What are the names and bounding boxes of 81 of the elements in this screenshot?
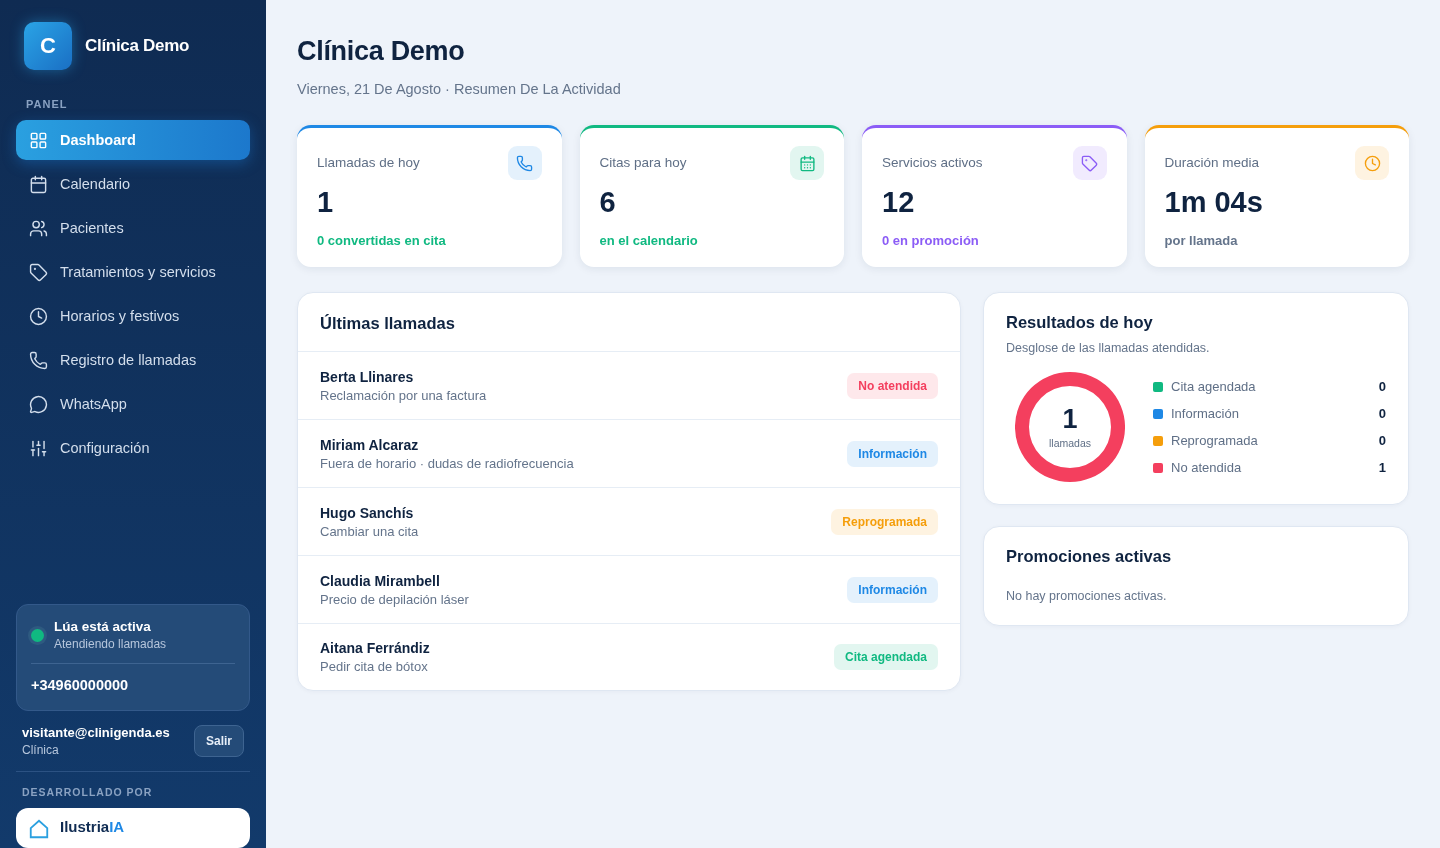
- call-row[interactable]: Claudia Mirambell Precio de depilación láser Información: [298, 556, 960, 624]
- stat-note: en el calendario: [599, 233, 699, 248]
- stat-value: 1m 04s: [1164, 186, 1264, 219]
- stat-note: 0 en promoción: [882, 233, 980, 248]
- call-reason: Cambiar una cita: [320, 523, 419, 539]
- call-reason: Pedir cita de bótox: [320, 659, 429, 674]
- legend-label: Cita agendada: [1171, 379, 1257, 394]
- stat-value: 1: [317, 186, 335, 219]
- credit-label: DESARROLLADO POR: [22, 786, 154, 798]
- stat-label: Llamadas de hoy: [317, 155, 420, 170]
- legend-label: Información: [1171, 406, 1240, 421]
- card-subtitle: Desglose de las llamadas atendidas.: [1006, 341, 1211, 355]
- clock-icon: [1355, 146, 1389, 180]
- legend-count: 0: [1378, 433, 1386, 448]
- total-count: 1: [1062, 405, 1078, 433]
- logout-button[interactable]: Salir: [194, 725, 244, 757]
- status-badge: Cita agendada: [833, 644, 938, 670]
- stat-note: por llamada: [1164, 233, 1239, 248]
- house-icon: [28, 818, 50, 840]
- page-subtitle: Viernes, 21 De Agosto · Resumen De La Actividad: [297, 81, 622, 97]
- credit-card[interactable]: IlustriaIA: [16, 808, 250, 848]
- sliders-icon: [29, 438, 48, 458]
- tag-icon: [29, 262, 48, 282]
- caller-name: Claudia Mirambell: [320, 572, 441, 589]
- developer-name: IlustriaIA: [60, 818, 125, 835]
- status-badge: No atendida: [847, 372, 938, 399]
- phone-number: +34960000000: [31, 677, 129, 693]
- legend-count: 0: [1378, 406, 1386, 421]
- call-reason: Precio de depilación láser: [320, 591, 469, 607]
- card-title: Promociones activas: [1006, 547, 1173, 566]
- legend-count: 1: [1378, 460, 1386, 475]
- call-row[interactable]: Berta Llinares Reclamación por una factura No atendida: [298, 352, 960, 420]
- card-title: Últimas llamadas: [298, 293, 960, 352]
- caller-name: Berta Llinares: [320, 368, 415, 385]
- stat-note: 0 convertidas en cita: [317, 233, 447, 248]
- nav-item[interactable]: Pacientes: [16, 208, 250, 248]
- phone-icon: [507, 146, 542, 180]
- section-label: PANEL: [26, 98, 69, 110]
- stat-value: 12: [882, 186, 916, 219]
- call-reason: Fuera de horario · dudas de radiofrecuencia: [320, 455, 574, 471]
- stat-label: Citas para hoy: [599, 155, 687, 170]
- nav-item[interactable]: Horarios y festivos: [16, 296, 250, 336]
- caller-name: Hugo Sanchís: [320, 504, 415, 521]
- call-row[interactable]: Hugo Sanchís Cambiar una cita Reprogramada: [298, 488, 960, 556]
- nav-item[interactable]: Tratamientos y servicios: [16, 252, 250, 292]
- call-reason: Reclamación por una factura: [320, 387, 487, 403]
- stat-label: Duración media: [1164, 155, 1260, 170]
- page-title: Clínica Demo: [297, 36, 466, 67]
- nav-item[interactable]: Calendario: [16, 164, 250, 204]
- stat-label: Servicios activos: [882, 155, 983, 170]
- nav-item[interactable]: Registro de llamadas: [16, 340, 250, 380]
- phone-icon: [29, 350, 48, 370]
- users-icon: [29, 218, 48, 238]
- legend-label: Reprogramada: [1171, 433, 1259, 448]
- call-row[interactable]: Aitana Ferrándiz Pedir cita de bótox Cita agendada: [298, 624, 960, 690]
- legend-label: No atendida: [1171, 460, 1243, 475]
- assistant-activity: Atendiendo llamadas: [54, 637, 167, 651]
- clock-icon: [29, 306, 48, 326]
- empty-message: No hay promociones activas.: [1006, 589, 1168, 603]
- user-role: Clínica: [22, 743, 60, 757]
- nav-item[interactable]: Configuración: [16, 428, 250, 468]
- brand-name: Clínica Demo: [85, 36, 190, 56]
- status-badge: Reprogramada: [831, 508, 938, 535]
- caller-name: Aitana Ferrándiz: [320, 640, 430, 656]
- calendar-icon: [790, 146, 824, 180]
- card-title: Resultados de hoy: [1006, 313, 1154, 332]
- legend-count: 0: [1378, 379, 1386, 394]
- caller-name: Miriam Alcaraz: [320, 436, 420, 453]
- dashboard-icon: [29, 130, 48, 150]
- stat-value: 6: [599, 186, 617, 219]
- clinic-logo: C: [24, 22, 72, 70]
- total-label: llamadas: [1049, 436, 1091, 449]
- chat-bubble-icon: [29, 394, 48, 414]
- user-email: visitante@clinigenda.es: [22, 725, 170, 740]
- nav-item[interactable]: WhatsApp: [16, 384, 250, 424]
- status-badge: Información: [847, 440, 938, 467]
- assistant-status: Lúa está activa: [54, 619, 152, 634]
- status-badge: Información: [847, 576, 938, 603]
- tag-icon: [1072, 146, 1107, 180]
- call-row[interactable]: Miriam Alcaraz Fuera de horario · dudas de radiofrecuencia Información: [298, 420, 960, 488]
- calendar-icon: [29, 174, 48, 194]
